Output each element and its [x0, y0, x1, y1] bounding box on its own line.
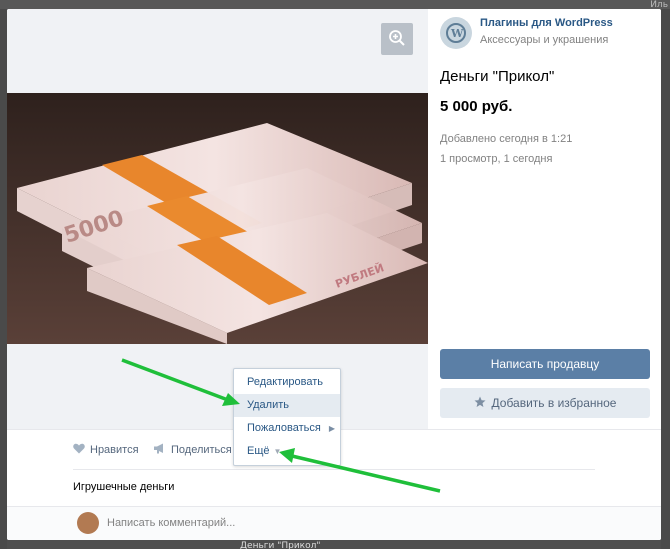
menu-item-edit[interactable]: Редактировать [234, 371, 340, 394]
more-dropdown-menu: Редактировать Удалить Пожаловаться ▶ Ещё… [233, 368, 341, 466]
menu-item-report[interactable]: Пожаловаться ▶ [234, 417, 340, 440]
add-favorite-label: Добавить в избранное [491, 396, 617, 410]
star-icon [474, 396, 486, 411]
like-label: Нравится [90, 444, 139, 456]
like-button[interactable]: Нравится [73, 443, 139, 457]
share-button[interactable]: Поделиться [154, 443, 232, 457]
menu-item-label: Удалить [247, 399, 289, 411]
product-title: Деньги "Прикол" [440, 68, 555, 85]
backdrop-left [0, 9, 7, 549]
megaphone-icon [154, 443, 166, 457]
menu-item-label: Ещё [247, 445, 270, 457]
product-price: 5 000 руб. [440, 98, 513, 115]
group-subtitle[interactable]: Аксессуары и украшения [480, 34, 608, 46]
backdrop-top [0, 0, 670, 9]
add-favorite-button[interactable]: Добавить в избранное [440, 388, 650, 418]
view-count: 1 просмотр, 1 сегодня [440, 153, 553, 165]
contact-seller-button[interactable]: Написать продавцу [440, 349, 650, 379]
chevron-down-icon: ▼ [273, 447, 282, 456]
svg-text:W: W [450, 27, 464, 40]
photo-area: 5000 РУБЛЕЙ [7, 9, 428, 429]
comment-input[interactable]: Написать комментарий... [107, 517, 235, 529]
menu-item-more[interactable]: Ещё ▼ [234, 440, 340, 463]
group-name[interactable]: Плагины для WordPress [480, 17, 613, 29]
zoom-button[interactable] [381, 23, 413, 55]
menu-item-label: Редактировать [247, 376, 323, 388]
product-photo[interactable]: 5000 РУБЛЕЙ [7, 93, 428, 344]
backdrop-bottom-text: Деньги "Прикол" [240, 541, 321, 549]
heart-icon [73, 443, 85, 457]
chevron-right-icon: ▶ [328, 424, 335, 433]
added-date: Добавлено сегодня в 1:21 [440, 133, 573, 145]
info-column: W Плагины для WordPress Аксессуары и укр… [428, 9, 661, 429]
menu-item-label: Пожаловаться [247, 422, 321, 434]
comment-bar: Написать комментарий... [7, 506, 661, 540]
group-avatar[interactable]: W [440, 17, 472, 49]
user-avatar [77, 512, 99, 534]
share-label: Поделиться [171, 444, 232, 456]
product-modal: 5000 РУБЛЕЙ W Плагины для WordPress Аксе… [7, 9, 661, 540]
backdrop-right [661, 9, 670, 549]
product-description: Игрушечные деньги [73, 481, 175, 493]
zoom-in-icon [388, 29, 406, 50]
menu-item-delete[interactable]: Удалить [234, 394, 340, 417]
description-divider [73, 469, 595, 470]
